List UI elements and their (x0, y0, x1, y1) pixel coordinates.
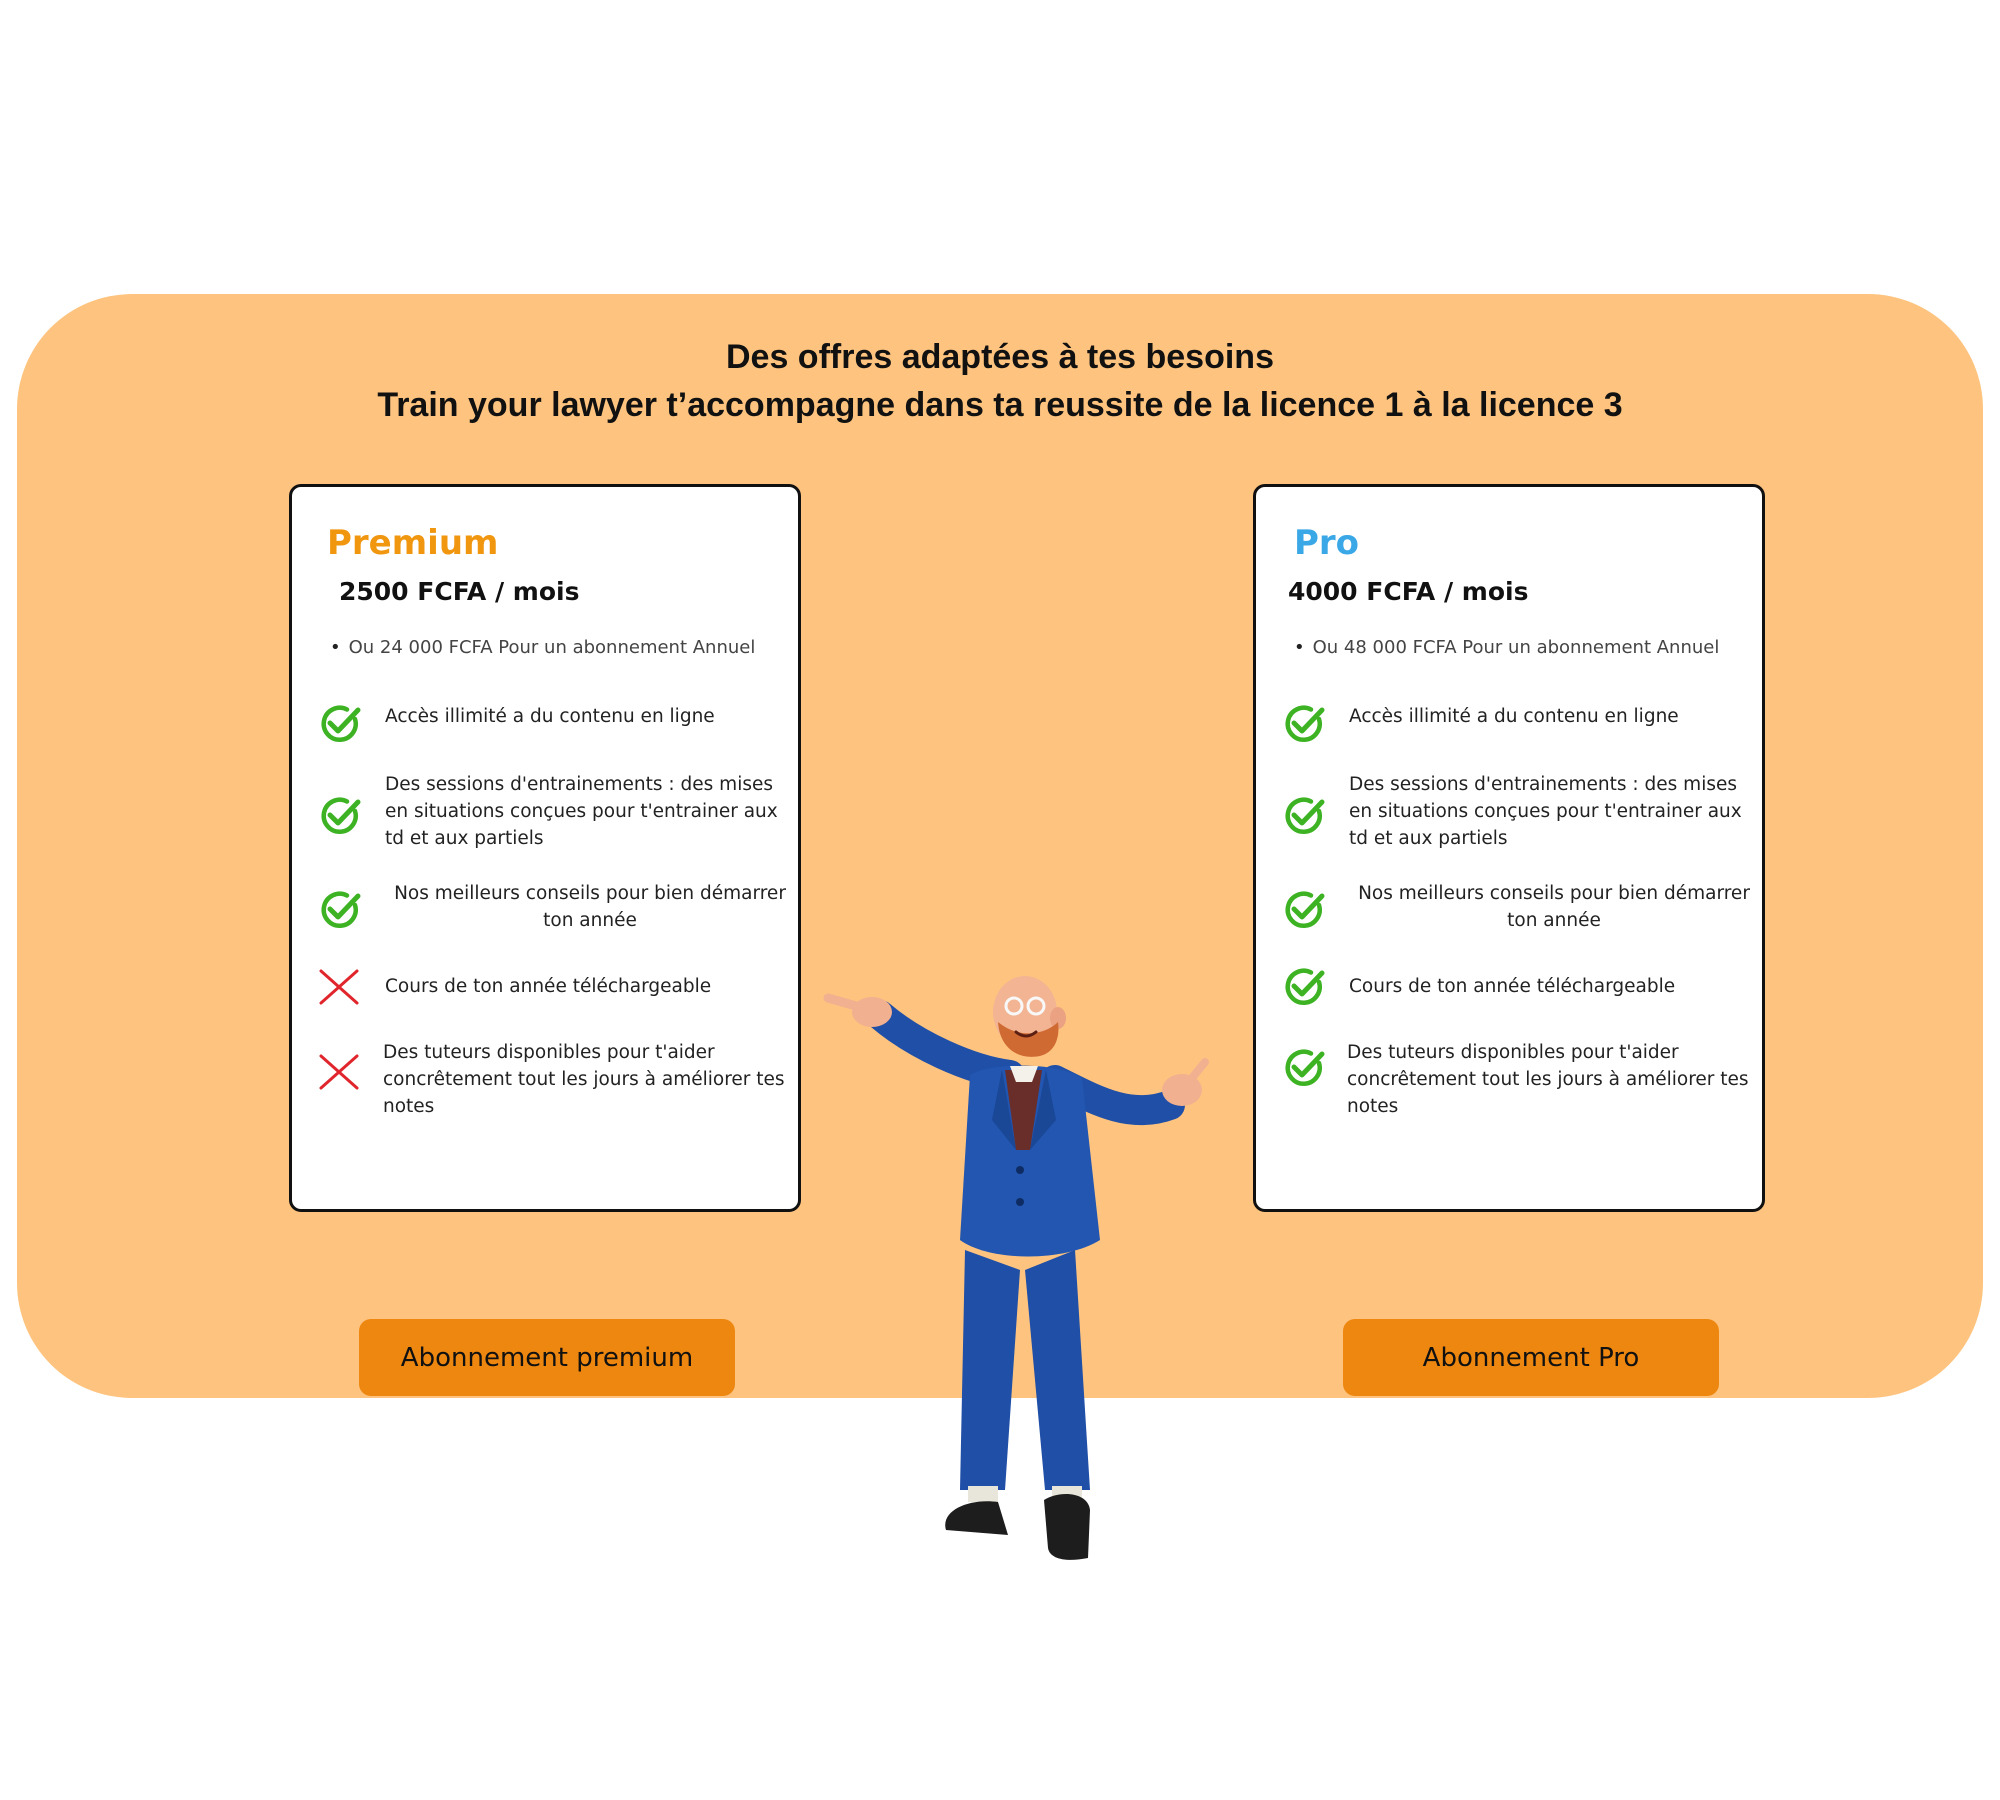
feature-training-sessions: Des sessions d'entrainements : des mises… (1349, 774, 1742, 849)
pro-plan-card: Pro 4000 FCFA / mois • Ou 48 000 FCFA Pou… (1253, 484, 1765, 1212)
feature-unlimited-access: Accès illimité a du contenu en ligne (385, 706, 715, 727)
feature-unlimited-access: Accès illimité a du contenu en ligne (1349, 706, 1679, 727)
check-icon (1285, 797, 1325, 834)
bullet-icon: • (1294, 637, 1305, 658)
feature-training-sessions: Des sessions d'entrainements : des mises… (385, 774, 778, 849)
check-icon (321, 891, 361, 928)
feature-best-advice: Nos meilleurs conseils pour bien démarre… (1358, 883, 1750, 931)
check-icon (321, 797, 361, 834)
annual-price-note: • Ou 48 000 FCFA Pour un abonnement Annue… (1294, 637, 1719, 658)
cross-icon (319, 969, 359, 1005)
offers-heading: Des offres adaptées à tes besoins (725, 338, 1274, 376)
premium-plan-card: Premium 2500 FCFA / mois • Ou 24 000 FCFA… (289, 484, 801, 1212)
annual-price-text: Ou 24 000 FCFA Pour un abonnement Annuel (348, 637, 756, 658)
annual-price-text: Ou 48 000 FCFA Pour un abonnement Annuel (1312, 637, 1720, 658)
feature-best-advice: Nos meilleurs conseils pour bien démarre… (394, 883, 786, 931)
check-icon (1285, 891, 1325, 928)
check-icon (321, 705, 361, 742)
cross-icon (319, 1054, 359, 1090)
plan-price: 4000 FCFA / mois (1288, 577, 1529, 606)
check-icon (1285, 705, 1325, 742)
annual-price-note: • Ou 24 000 FCFA Pour un abonnement Annue… (330, 637, 755, 658)
offers-subheading: Train your lawyer t’accompagne dans ta r… (377, 386, 1623, 424)
plan-name: Pro (1294, 523, 1360, 563)
pro-subscribe-button[interactable]: Abonnement Pro (1343, 1319, 1719, 1396)
plan-price: 2500 FCFA / mois (339, 577, 580, 606)
feature-tutors: Des tuteurs disponibles pour t'aider con… (1347, 1042, 1749, 1117)
check-icon (1285, 968, 1325, 1005)
plan-name: Premium (327, 523, 499, 563)
feature-tutors: Des tuteurs disponibles pour t'aider con… (383, 1042, 785, 1117)
feature-downloadable-courses: Cours de ton année téléchargeable (385, 976, 712, 997)
feature-downloadable-courses: Cours de ton année téléchargeable (1349, 976, 1676, 997)
presenter-character-illustration (823, 976, 1209, 1560)
bullet-icon: • (330, 637, 341, 658)
premium-subscribe-button[interactable]: Abonnement premium (359, 1319, 735, 1396)
check-icon (1285, 1049, 1325, 1086)
